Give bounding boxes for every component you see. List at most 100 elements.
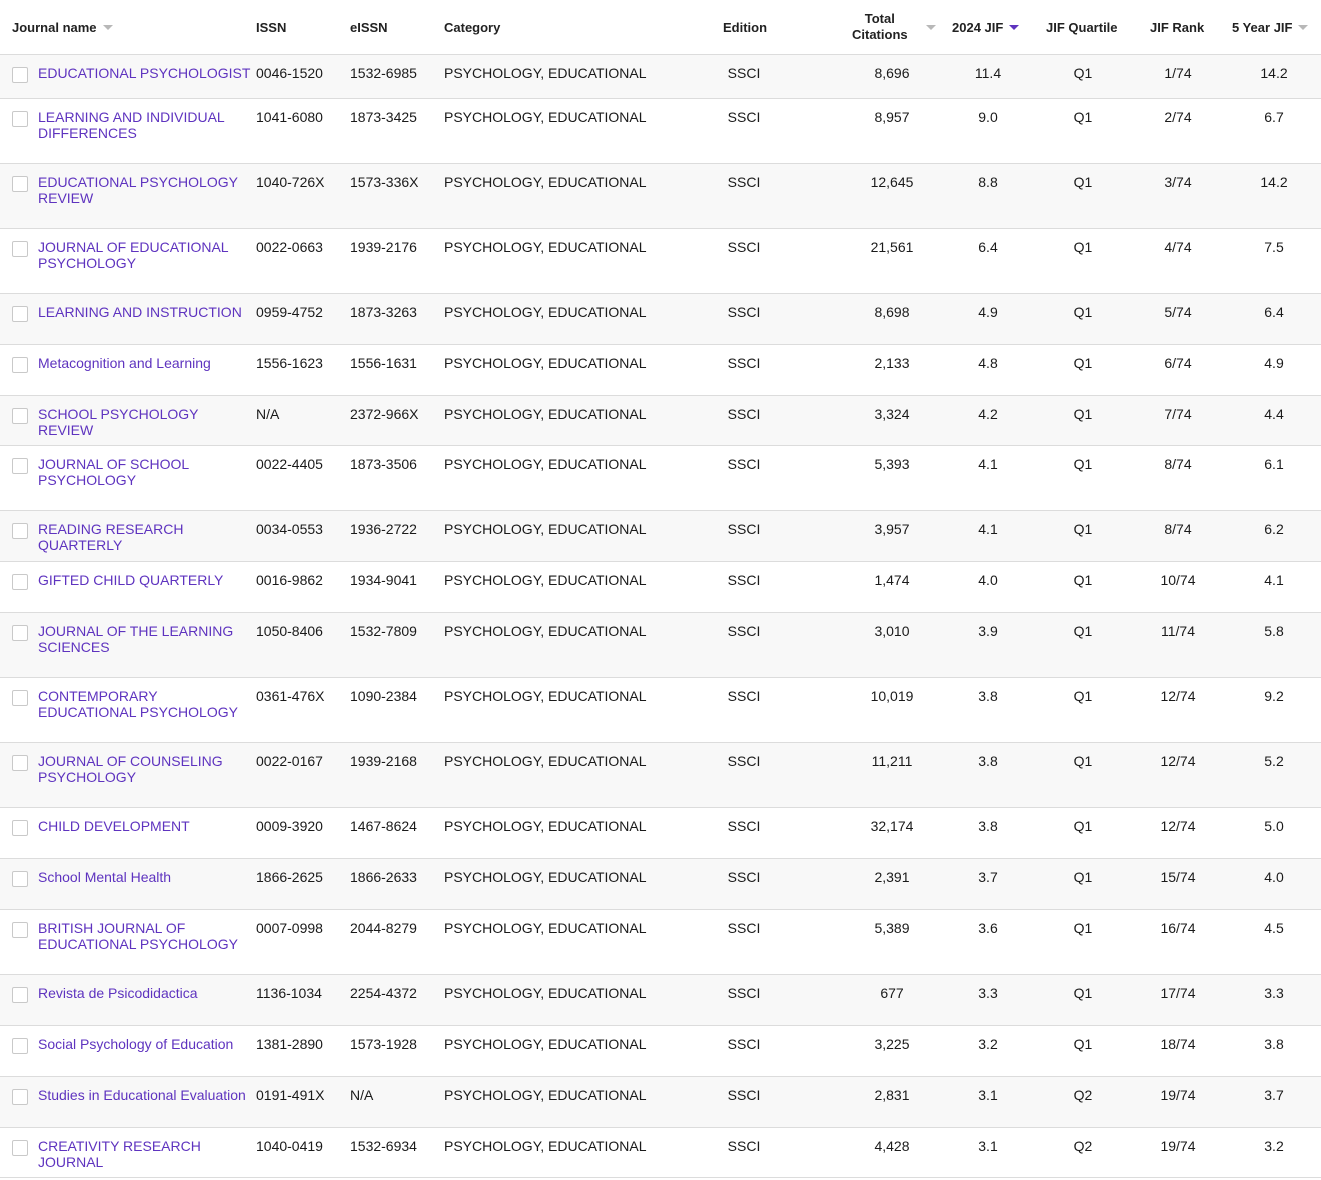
eissn-header-label: eISSN	[350, 19, 388, 35]
row-select-checkbox[interactable]	[12, 690, 28, 706]
table-row[interactable]: EDUCATIONAL PSYCHOLOGIST 0046-1520 1532-69…	[0, 55, 1321, 99]
jif-cell: 4.1	[978, 456, 998, 472]
sort-arrow-icon[interactable]	[1298, 24, 1309, 30]
jif-quartile-cell: Q1	[1073, 985, 1093, 1001]
total-citations-cell: 11,211	[871, 753, 913, 769]
edition-cell: SSCI	[727, 753, 761, 769]
row-select-checkbox[interactable]	[12, 1089, 28, 1105]
edition-cell: SSCI	[727, 1087, 761, 1103]
jif-cell: 3.8	[978, 688, 998, 704]
journal-name-link[interactable]: Social Psychology of Education	[38, 1036, 254, 1052]
table-row[interactable]: SCHOOL PSYCHOLOGY REVIEW N/A 2372-966X PSYC…	[0, 396, 1321, 446]
journal-name-link[interactable]: EDUCATIONAL PSYCHOLOGIST	[38, 65, 254, 81]
column-5-year-jif[interactable]: 5 Year JIF	[1232, 0, 1309, 54]
row-select-checkbox[interactable]	[12, 871, 28, 887]
row-select-checkbox[interactable]	[12, 755, 28, 771]
row-select-checkbox[interactable]	[12, 306, 28, 322]
edition-cell: SSCI	[727, 456, 761, 472]
five-year-jif-cell: 14.2	[1260, 65, 1288, 81]
issn-cell: 0009-3920	[256, 818, 323, 834]
jif-quartile-cell: Q1	[1073, 818, 1093, 834]
table-row[interactable]: JOURNAL OF THE LEARNING SCIENCES 1050-840…	[0, 613, 1321, 678]
table-row[interactable]: LEARNING AND INSTRUCTION 0959-4752 1873-32…	[0, 294, 1321, 345]
table-row[interactable]: CONTEMPORARY EDUCATIONAL PSYCHOLOGY 0361-…	[0, 678, 1321, 743]
journal-name-link[interactable]: READING RESEARCH QUARTERLY	[38, 521, 254, 553]
jif-cell: 4.2	[978, 406, 998, 422]
table-row[interactable]: Metacognition and Learning 1556-1623 1556-…	[0, 345, 1321, 396]
row-select-checkbox[interactable]	[12, 67, 28, 83]
row-select-checkbox[interactable]	[12, 820, 28, 836]
table-row[interactable]: CHILD DEVELOPMENT 0009-3920 1467-8624 PSYCH…	[0, 808, 1321, 859]
table-row[interactable]: Social Psychology of Education 1381-2890 1…	[0, 1026, 1321, 1077]
row-select-checkbox[interactable]	[12, 987, 28, 1003]
eissn-cell: 2044-8279	[350, 920, 417, 936]
row-select-checkbox[interactable]	[12, 922, 28, 938]
journal-name-link[interactable]: LEARNING AND INSTRUCTION	[38, 304, 254, 320]
sort-arrow-icon[interactable]	[925, 24, 936, 30]
table-row[interactable]: GIFTED CHILD QUARTERLY 0016-9862 1934-9041…	[0, 562, 1321, 613]
category-cell: PSYCHOLOGY, EDUCATIONAL	[444, 572, 647, 588]
table-row[interactable]: LEARNING AND INDIVIDUAL DIFFERENCES 1041-…	[0, 99, 1321, 164]
edition-cell: SSCI	[727, 304, 761, 320]
table-row[interactable]: EDUCATIONAL PSYCHOLOGY REVIEW 1040-726X 15…	[0, 164, 1321, 229]
table-row[interactable]: CREATIVITY RESEARCH JOURNAL 1040-0419 1532…	[0, 1128, 1321, 1178]
row-select-checkbox[interactable]	[12, 111, 28, 127]
eissn-cell: 2254-4372	[350, 985, 417, 1001]
journal-name-link[interactable]: JOURNAL OF SCHOOL PSYCHOLOGY	[38, 456, 254, 488]
row-select-checkbox[interactable]	[12, 176, 28, 192]
eissn-cell: 1573-1928	[350, 1036, 417, 1052]
journal-name-link[interactable]: Metacognition and Learning	[38, 355, 254, 371]
row-select-checkbox[interactable]	[12, 408, 28, 424]
journal-name-link[interactable]: CHILD DEVELOPMENT	[38, 818, 254, 834]
journal-name-link[interactable]: LEARNING AND INDIVIDUAL DIFFERENCES	[38, 109, 254, 141]
row-select-checkbox[interactable]	[12, 241, 28, 257]
row-select-checkbox[interactable]	[12, 357, 28, 373]
total-citations-cell: 21,561	[870, 239, 914, 255]
journal-name-link[interactable]: CREATIVITY RESEARCH JOURNAL	[38, 1138, 254, 1170]
eissn-cell: 1532-7809	[350, 623, 417, 639]
table-row[interactable]: READING RESEARCH QUARTERLY 0034-0553 1936-…	[0, 511, 1321, 562]
journal-name-link[interactable]: School Mental Health	[38, 869, 254, 885]
table-row[interactable]: JOURNAL OF EDUCATIONAL PSYCHOLOGY 0022-06…	[0, 229, 1321, 294]
journal-name-link[interactable]: JOURNAL OF COUNSELING PSYCHOLOGY	[38, 753, 254, 785]
table-row[interactable]: JOURNAL OF SCHOOL PSYCHOLOGY 0022-4405 187…	[0, 446, 1321, 511]
row-select-checkbox[interactable]	[12, 523, 28, 539]
jif-rank-cell: 2/74	[1164, 109, 1192, 125]
row-select-checkbox[interactable]	[12, 625, 28, 641]
jif-cell: 8.8	[978, 174, 998, 190]
category-cell: PSYCHOLOGY, EDUCATIONAL	[444, 1138, 647, 1154]
table-row[interactable]: Revista de Psicodidactica 1136-1034 2254-4…	[0, 975, 1321, 1026]
row-select-checkbox[interactable]	[12, 458, 28, 474]
row-select-checkbox[interactable]	[12, 574, 28, 590]
column-journal-name[interactable]: Journal name	[12, 0, 113, 54]
column-eissn: eISSN	[350, 0, 388, 54]
column-total-citations[interactable]: Total Citations	[852, 0, 936, 54]
row-select-checkbox[interactable]	[12, 1140, 28, 1156]
row-select-checkbox[interactable]	[12, 1038, 28, 1054]
issn-cell: 0959-4752	[256, 304, 323, 320]
journal-name-link[interactable]: Revista de Psicodidactica	[38, 985, 254, 1001]
journal-name-link[interactable]: EDUCATIONAL PSYCHOLOGY REVIEW	[38, 174, 254, 206]
column-2024-jif[interactable]: 2024 JIF	[952, 0, 1020, 54]
sort-active-arrow-icon[interactable]	[1009, 24, 1020, 30]
eissn-cell: 1467-8624	[350, 818, 417, 834]
issn-cell: 1136-1034	[256, 985, 322, 1001]
table-row[interactable]: BRITISH JOURNAL OF EDUCATIONAL PSYCHOLOG…	[0, 910, 1321, 975]
table-row[interactable]: Studies in Educational Evaluation 0191-49…	[0, 1077, 1321, 1128]
sort-arrow-icon[interactable]	[102, 24, 113, 30]
total-citations-cell: 8,698	[874, 304, 910, 320]
five-year-jif-cell: 3.2	[1264, 1138, 1284, 1154]
journal-name-link[interactable]: CONTEMPORARY EDUCATIONAL PSYCHOLOGY	[38, 688, 254, 720]
journal-name-link[interactable]: Studies in Educational Evaluation	[38, 1087, 254, 1103]
table-row[interactable]: School Mental Health 1866-2625 1866-2633 PS…	[0, 859, 1321, 910]
journal-name-link[interactable]: BRITISH JOURNAL OF EDUCATIONAL PSYCHOLOG…	[38, 920, 254, 952]
issn-cell: 1050-8406	[256, 623, 323, 639]
jif-quartile-cell: Q1	[1073, 572, 1093, 588]
edition-cell: SSCI	[727, 818, 761, 834]
journal-name-link[interactable]: JOURNAL OF THE LEARNING SCIENCES	[38, 623, 254, 655]
journal-name-link[interactable]: GIFTED CHILD QUARTERLY	[38, 572, 254, 588]
jif-quartile-cell: Q1	[1073, 174, 1093, 190]
table-row[interactable]: JOURNAL OF COUNSELING PSYCHOLOGY 0022-016…	[0, 743, 1321, 808]
journal-name-link[interactable]: JOURNAL OF EDUCATIONAL PSYCHOLOGY	[38, 239, 254, 271]
journal-name-link[interactable]: SCHOOL PSYCHOLOGY REVIEW	[38, 406, 254, 438]
